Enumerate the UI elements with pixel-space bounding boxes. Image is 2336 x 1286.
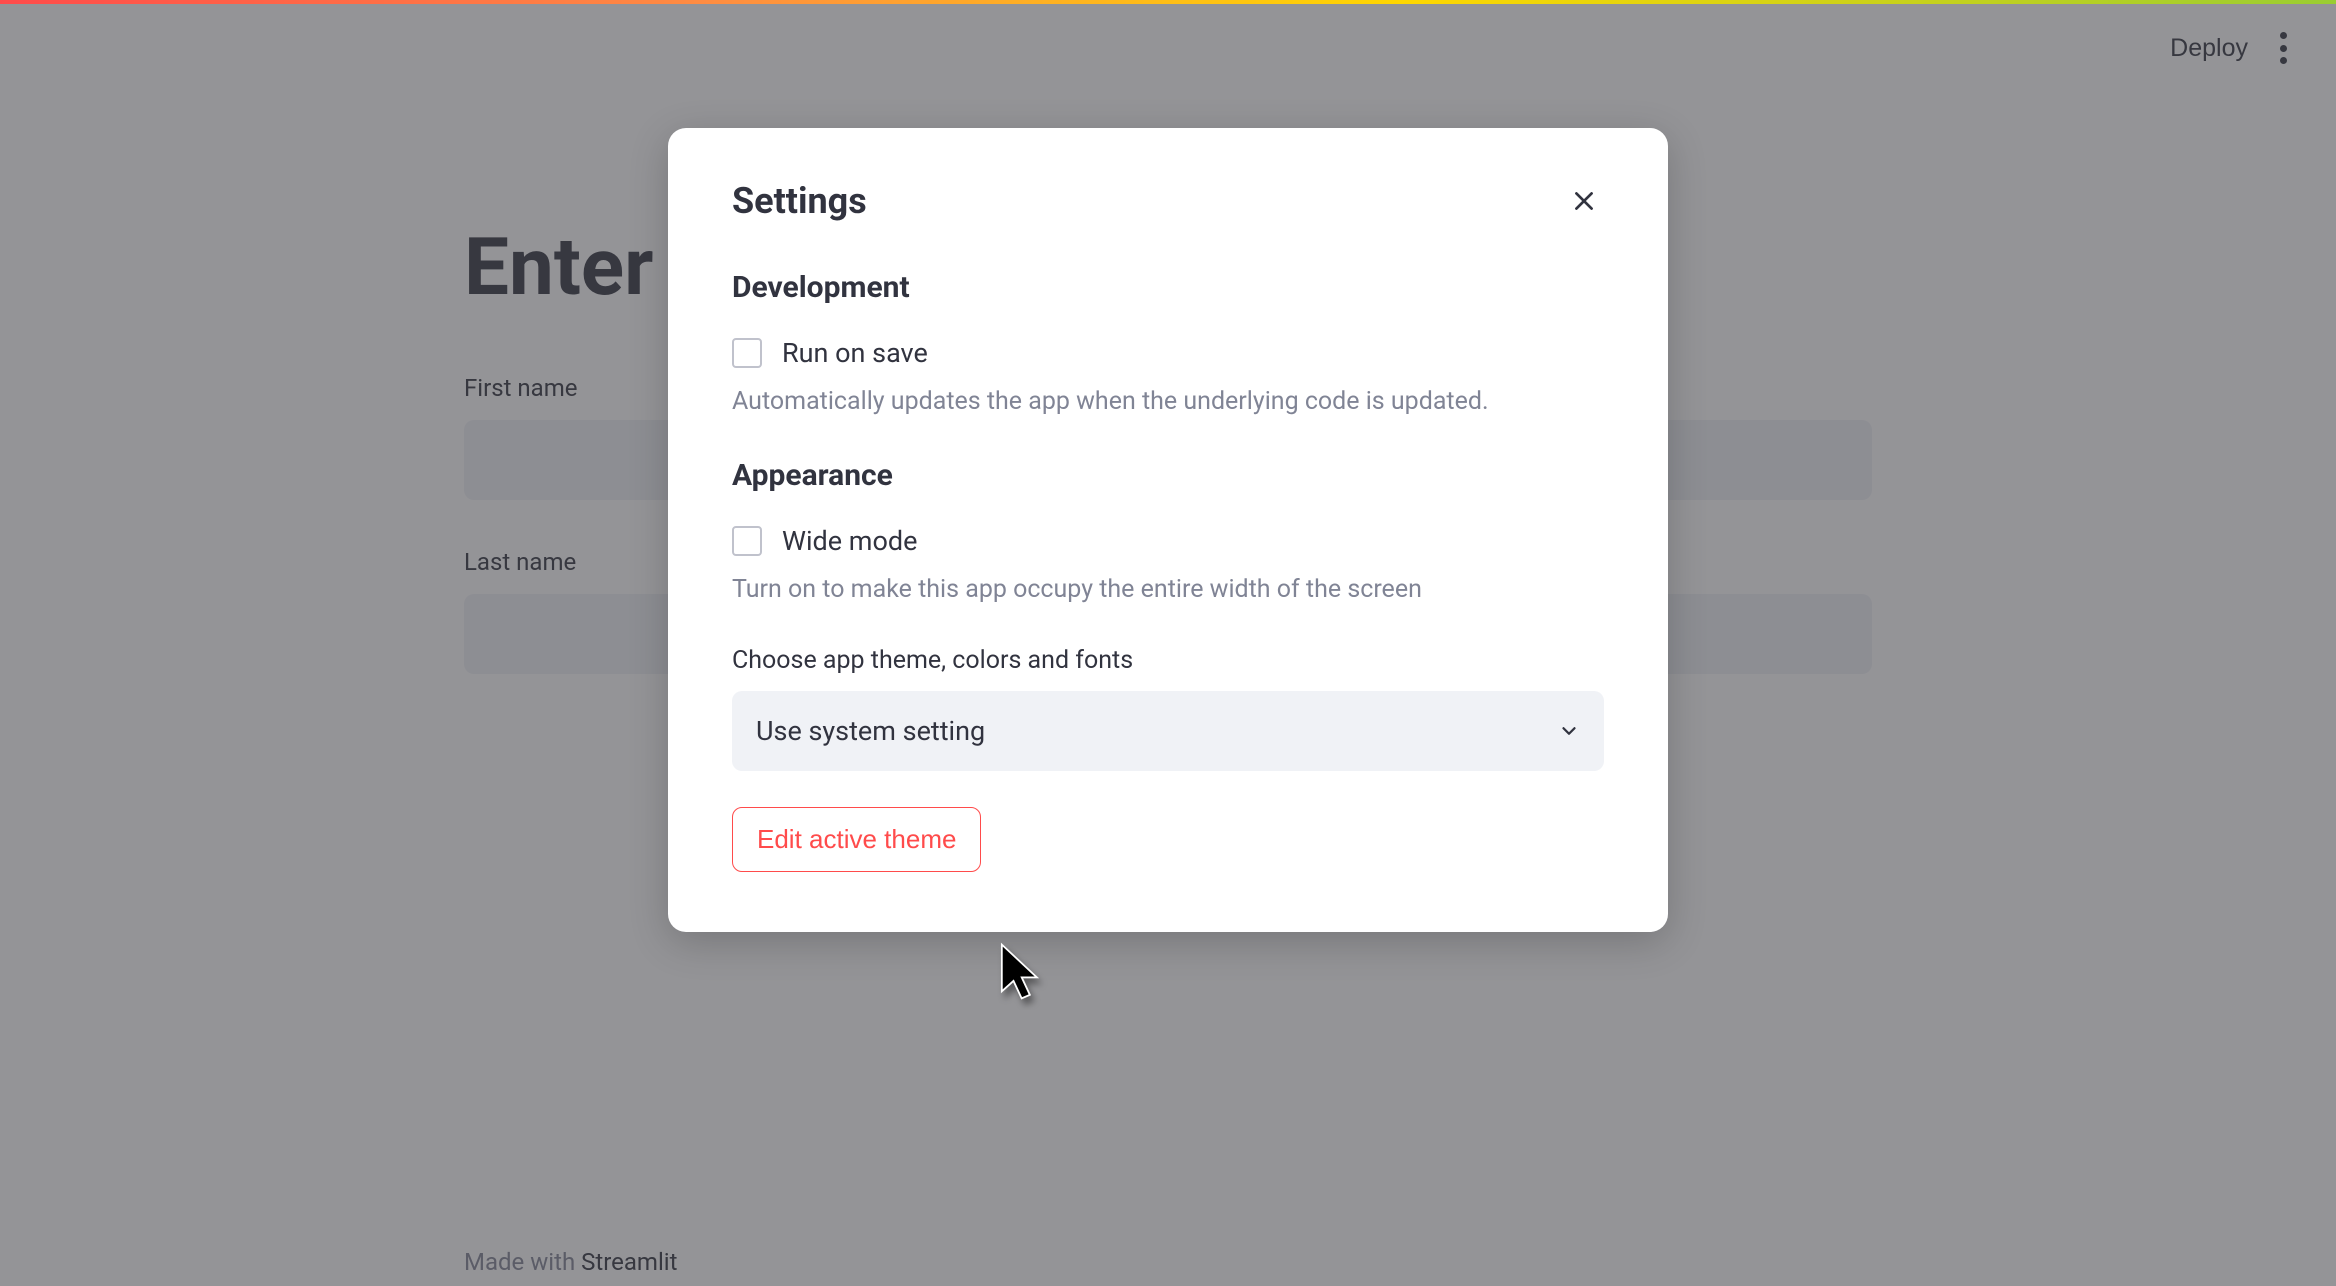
run-on-save-help: Automatically updates the app when the u… xyxy=(732,387,1604,416)
modal-header: Settings xyxy=(732,180,1604,222)
theme-chooser-label: Choose app theme, colors and fonts xyxy=(732,646,1604,675)
wide-mode-row: Wide mode xyxy=(732,525,1604,557)
close-icon xyxy=(1571,188,1597,214)
close-button[interactable] xyxy=(1564,181,1604,221)
settings-modal: Settings Development Run on save Automat… xyxy=(668,128,1668,932)
wide-mode-checkbox[interactable] xyxy=(732,526,762,556)
run-on-save-label: Run on save xyxy=(782,337,928,369)
theme-select-value: Use system setting xyxy=(756,715,985,747)
chevron-down-icon xyxy=(1558,720,1580,742)
run-on-save-row: Run on save xyxy=(732,337,1604,369)
modal-title: Settings xyxy=(732,180,867,222)
development-heading: Development xyxy=(732,270,1604,305)
theme-select[interactable]: Use system setting xyxy=(732,691,1604,771)
wide-mode-help: Turn on to make this app occupy the enti… xyxy=(732,575,1604,604)
appearance-heading: Appearance xyxy=(732,458,1604,493)
run-on-save-checkbox[interactable] xyxy=(732,338,762,368)
wide-mode-label: Wide mode xyxy=(782,525,917,557)
edit-active-theme-button[interactable]: Edit active theme xyxy=(732,807,981,872)
theme-select-wrapper: Use system setting xyxy=(732,691,1604,771)
